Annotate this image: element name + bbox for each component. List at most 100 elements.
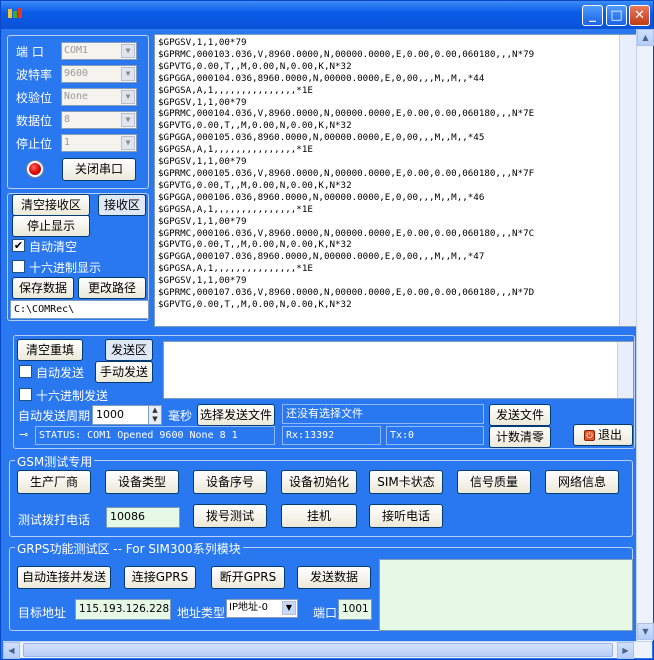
hex-display-checkbox[interactable] [12, 260, 25, 273]
log-scrollbar[interactable] [619, 35, 636, 326]
scroll-up-icon[interactable]: ▲ [637, 29, 654, 46]
exit-label: 退出 [597, 428, 622, 442]
dial-number-input[interactable]: 10086 [106, 507, 180, 528]
sim-status-button[interactable]: SIM卡状态 [369, 470, 443, 494]
address-type-label: 地址类型 [177, 606, 226, 620]
window-horizontal-scrollbar[interactable]: ◀ ▶ [3, 641, 652, 659]
log-line: $GPGSV,1,1,00*79 [158, 96, 247, 108]
app-icon [8, 8, 22, 18]
log-line: $GPGSA,A,1,,,,,,,,,,,,,,,*1E [158, 144, 313, 156]
port-status-led-icon [27, 161, 43, 177]
network-info-button[interactable]: 网络信息 [545, 470, 619, 494]
log-line: $GPGGA,000105.036,8960.0000,N,00000.0000… [158, 132, 485, 144]
auto-send-checkbox[interactable] [19, 365, 32, 378]
file-status-field: 还没有选择文件 [282, 404, 484, 424]
select-file-button[interactable]: 选择发送文件 [197, 404, 275, 426]
stopbits-label: 停止位 [16, 137, 53, 151]
chevron-down-icon[interactable]: ▼ [121, 67, 135, 81]
log-line: $GPGSV,1,1,00*79 [158, 156, 247, 168]
send-scrollbar[interactable] [617, 342, 633, 398]
change-path-button[interactable]: 更改路径 [78, 277, 146, 299]
send-area-button[interactable]: 发送区 [105, 339, 153, 361]
chevron-down-icon[interactable]: ▼ [282, 601, 296, 615]
log-line: $GPGGA,000104.036,8960.0000,N,00000.0000… [158, 72, 485, 84]
close-button[interactable]: ✕ [629, 5, 650, 26]
dial-label: 测试拨打电话 [18, 513, 91, 527]
gprs-data-textarea[interactable] [379, 559, 633, 631]
chevron-down-icon[interactable]: ▼ [121, 90, 135, 104]
dial-test-button[interactable]: 拨号测试 [193, 504, 267, 528]
save-data-button[interactable]: 保存数据 [12, 277, 74, 299]
send-data-button[interactable]: 发送数据 [297, 566, 371, 589]
log-line: $GPVTG,0.00,T,,M,0.00,N,0.00,K,N*32 [158, 120, 352, 132]
log-line: $GPGGA,000106.036,8960.0000,N,00000.0000… [158, 191, 485, 203]
answer-call-button[interactable]: 接听电话 [369, 504, 443, 528]
send-file-button[interactable]: 发送文件 [489, 404, 551, 426]
period-label: 自动发送周期 [18, 409, 91, 423]
port-label: 端 口 [16, 45, 44, 59]
chevron-down-icon[interactable]: ▼ [121, 136, 135, 150]
log-line: $GPRMC,000104.036,V,8960.0000,N,00000.00… [158, 108, 535, 120]
address-type-select[interactable]: IP地址-0 ▼ [226, 599, 298, 618]
parity-select[interactable]: None ▼ [61, 88, 137, 106]
log-line: $GPRMC,000106.036,V,8960.0000,N,00000.00… [158, 227, 535, 239]
horizontal-scroll-thumb[interactable] [23, 643, 613, 657]
receive-area-button[interactable]: 接收区 [98, 194, 146, 216]
pin-icon[interactable]: ⊸ [19, 428, 28, 441]
log-line: $GPVTG,0.00,T,,M,0.00,N,0.00,K,N*32 [158, 60, 352, 72]
port-select[interactable]: COM1 ▼ [61, 42, 137, 60]
count-clear-button[interactable]: 计数清零 [489, 426, 551, 448]
stopbits-select[interactable]: 1 ▼ [61, 134, 137, 152]
receive-log-textarea[interactable]: $GPGSV,1,1,00*79 $GPRMC,000103.036,V,8960… [154, 34, 636, 327]
minimize-button[interactable]: _ [582, 5, 603, 26]
baud-select[interactable]: 9600 ▼ [61, 65, 137, 83]
parity-label: 校验位 [16, 91, 53, 105]
device-serial-button[interactable]: 设备序号 [193, 470, 267, 494]
signal-quality-button[interactable]: 信号质量 [457, 470, 531, 494]
clear-resend-button[interactable]: 清空重填 [17, 339, 83, 361]
scroll-right-icon[interactable]: ▶ [617, 642, 634, 659]
log-line: $GPVTG,0.00,T,,M,0.00,N,0.00,K,N*32 [158, 239, 352, 251]
target-address-input[interactable]: 115.193.126.228 [75, 599, 171, 620]
log-line: $GPGSV,1,1,00*79 [158, 215, 247, 227]
log-line: $GPRMC,000103.036,V,8960.0000,N,00000.00… [158, 48, 535, 60]
databits-select[interactable]: 8 ▼ [61, 111, 137, 129]
chevron-down-icon[interactable]: ▼ [121, 44, 135, 58]
close-port-button[interactable]: 关闭串口 [62, 158, 136, 181]
clear-receive-button[interactable]: 清空接收区 [12, 194, 90, 216]
auto-connect-send-button[interactable]: 自动连接并发送 [17, 566, 111, 589]
auto-clear-checkbox[interactable]: ✔ [12, 239, 25, 252]
scroll-left-icon[interactable]: ◀ [3, 642, 20, 659]
baud-label: 波特率 [16, 68, 53, 82]
hang-up-button[interactable]: 挂机 [281, 504, 357, 528]
chevron-down-icon[interactable]: ▼ [121, 113, 135, 127]
stop-display-button[interactable]: 停止显示 [12, 215, 90, 237]
manual-send-button[interactable]: 手动发送 [95, 361, 153, 383]
save-path-field[interactable]: C:\COMRec\ [10, 300, 149, 319]
status-field: STATUS: COM1 Opened 9600 None 8 1 [35, 426, 275, 445]
hex-display-label: 十六进制显示 [29, 261, 102, 275]
tx-counter: Tx:0 [386, 426, 484, 445]
rx-counter: Rx:13392 [282, 426, 381, 445]
gsm-group-title: GSM测试专用 [15, 453, 95, 470]
gprs-group-title: GRPS功能测试区 -- For SIM300系列模块 [15, 540, 243, 557]
port-number-input[interactable]: 1001 [338, 599, 372, 620]
log-line: $GPGSA,A,1,,,,,,,,,,,,,,,*1E [158, 203, 313, 215]
manufacturer-button[interactable]: 生产厂商 [17, 470, 91, 494]
window-vertical-scrollbar[interactable]: ▲ ▼ [636, 29, 654, 641]
title-bar[interactable]: _ □ ✕ [1, 1, 653, 29]
disconnect-gprs-button[interactable]: 断开GPRS [211, 566, 285, 589]
maximize-button[interactable]: □ [606, 5, 627, 26]
log-line: $GPGSA,A,1,,,,,,,,,,,,,,,*1E [158, 84, 313, 96]
connect-gprs-button[interactable]: 连接GPRS [124, 566, 196, 589]
period-stepper[interactable]: ▲ ▼ [148, 405, 162, 425]
scroll-down-icon[interactable]: ▼ [637, 623, 654, 640]
send-textarea[interactable] [163, 341, 634, 399]
log-line: $GPRMC,000105.036,V,8960.0000,N,00000.00… [158, 167, 535, 179]
log-line: $GPVTG,0.00,T,,M,0.00,N,0.00,K,N*32 [158, 179, 352, 191]
exit-button[interactable]: ⏻ 退出 [573, 424, 633, 446]
main-window: _ □ ✕ 端 口 COM1 ▼ 波特率 9600 ▼ 校验位 None ▼ 数据位 … [0, 0, 654, 660]
device-init-button[interactable]: 设备初始化 [281, 470, 357, 494]
hex-send-checkbox[interactable] [19, 388, 32, 401]
device-type-button[interactable]: 设备类型 [105, 470, 179, 494]
